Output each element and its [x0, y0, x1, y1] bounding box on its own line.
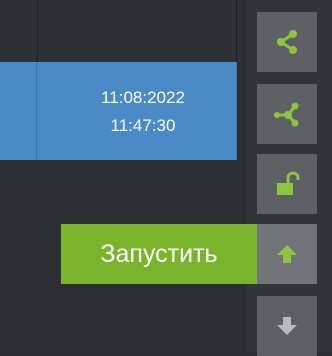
- schedule-grid: 11:08:2022 11:47:30: [0, 0, 256, 352]
- move-down-button[interactable]: [257, 296, 317, 356]
- schedule-time: 11:47:30: [110, 116, 176, 135]
- grid-divider: [37, 0, 38, 62]
- schedule-date: 11:08:2022: [101, 88, 185, 107]
- cell-divider: [36, 62, 37, 160]
- network-button[interactable]: [257, 84, 317, 144]
- grid-divider: [236, 0, 237, 62]
- move-up-button[interactable]: [257, 224, 317, 284]
- network-icon: [274, 102, 299, 127]
- schedule-datetime: 11:08:2022 11:47:30: [58, 84, 228, 140]
- arrow-down-icon: [277, 317, 297, 335]
- share-icon: [277, 30, 297, 54]
- share-button[interactable]: [257, 12, 317, 72]
- arrow-up-icon: [277, 245, 297, 263]
- unlock-icon: [277, 171, 300, 195]
- run-button[interactable]: Запустить: [61, 224, 257, 284]
- unlock-button[interactable]: [257, 154, 317, 214]
- grid-row-top: [0, 0, 240, 62]
- selected-schedule-cell[interactable]: 11:08:2022 11:47:30: [0, 62, 237, 160]
